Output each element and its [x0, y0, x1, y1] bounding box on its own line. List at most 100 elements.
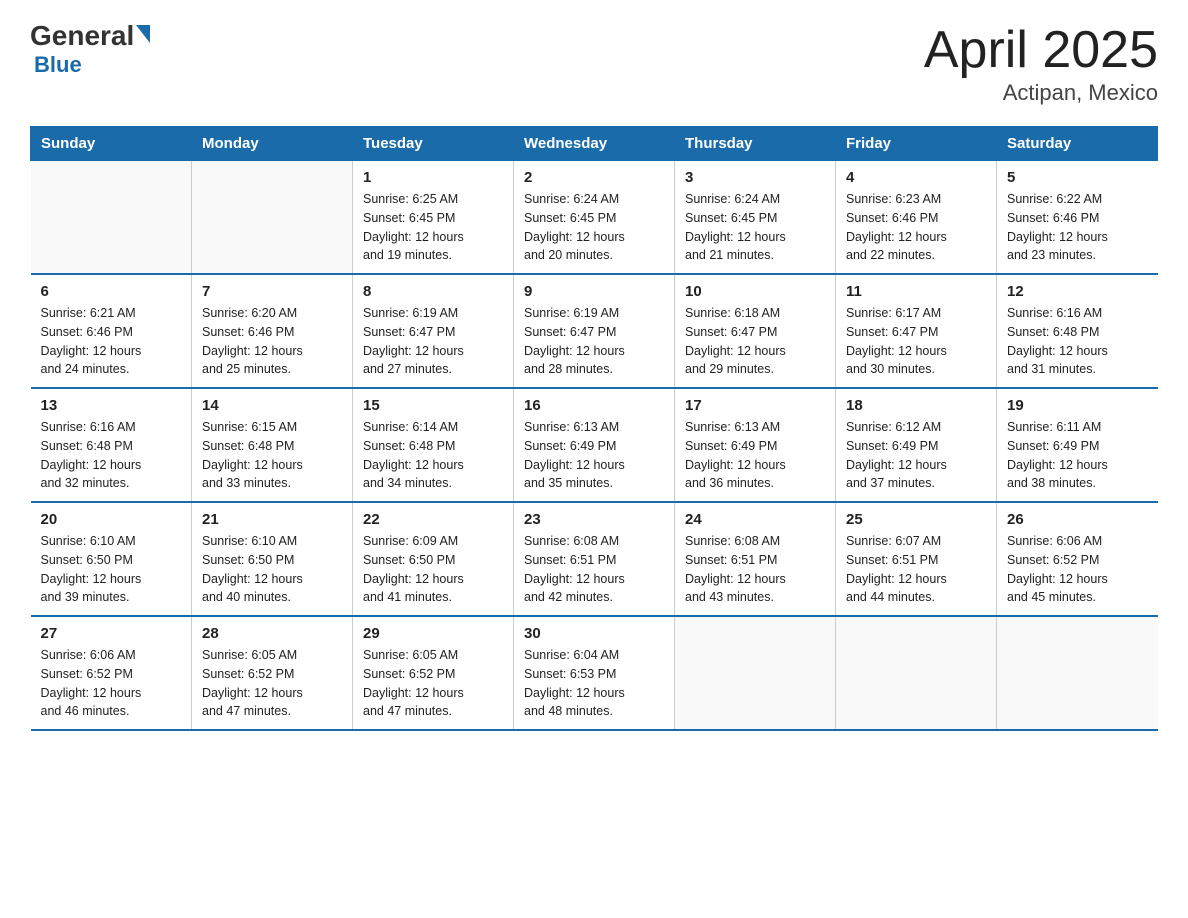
day-info: Sunrise: 6:05 AMSunset: 6:52 PMDaylight:… — [202, 646, 342, 721]
table-row: 21 Sunrise: 6:10 AMSunset: 6:50 PMDayligh… — [192, 502, 353, 616]
day-info: Sunrise: 6:14 AMSunset: 6:48 PMDaylight:… — [363, 418, 503, 493]
day-number: 4 — [846, 169, 986, 186]
day-info: Sunrise: 6:25 AMSunset: 6:45 PMDaylight:… — [363, 190, 503, 265]
table-row: 23 Sunrise: 6:08 AMSunset: 6:51 PMDayligh… — [514, 502, 675, 616]
day-number: 3 — [685, 169, 825, 186]
col-thursday: Thursday — [675, 127, 836, 161]
calendar-header: Sunday Monday Tuesday Wednesday Thursday… — [31, 127, 1158, 161]
day-info: Sunrise: 6:23 AMSunset: 6:46 PMDaylight:… — [846, 190, 986, 265]
day-info: Sunrise: 6:09 AMSunset: 6:50 PMDaylight:… — [363, 532, 503, 607]
day-number: 9 — [524, 283, 664, 300]
day-info: Sunrise: 6:16 AMSunset: 6:48 PMDaylight:… — [1007, 304, 1148, 379]
day-info: Sunrise: 6:05 AMSunset: 6:52 PMDaylight:… — [363, 646, 503, 721]
col-tuesday: Tuesday — [353, 127, 514, 161]
table-row: 9 Sunrise: 6:19 AMSunset: 6:47 PMDaylight… — [514, 274, 675, 388]
col-friday: Friday — [836, 127, 997, 161]
day-number: 5 — [1007, 169, 1148, 186]
weekday-header-row: Sunday Monday Tuesday Wednesday Thursday… — [31, 127, 1158, 161]
title-block: April 2025 Actipan, Mexico — [924, 20, 1158, 106]
table-row — [836, 616, 997, 730]
table-row: 8Sunrise: 6:19 AMSunset: 6:47 PMDaylight… — [353, 274, 514, 388]
day-number: 29 — [363, 625, 503, 642]
calendar-week-row: 1Sunrise: 6:25 AMSunset: 6:45 PMDaylight… — [31, 161, 1158, 275]
table-row: 26 Sunrise: 6:06 AMSunset: 6:52 PMDayligh… — [997, 502, 1158, 616]
logo: General Blue — [30, 20, 150, 78]
day-number: 26 — [1007, 511, 1148, 528]
logo-general-text: General — [30, 20, 134, 52]
day-number: 8 — [363, 283, 503, 300]
day-number: 10 — [685, 283, 825, 300]
page-header: General Blue April 2025 Actipan, Mexico — [30, 20, 1158, 106]
table-row: 11 Sunrise: 6:17 AMSunset: 6:47 PMDayligh… — [836, 274, 997, 388]
calendar-week-row: 6 Sunrise: 6:21 AMSunset: 6:46 PMDaylight… — [31, 274, 1158, 388]
day-number: 17 — [685, 397, 825, 414]
day-number: 2 — [524, 169, 664, 186]
table-row: 7Sunrise: 6:20 AMSunset: 6:46 PMDaylight… — [192, 274, 353, 388]
table-row: 13Sunrise: 6:16 AMSunset: 6:48 PMDayligh… — [31, 388, 192, 502]
day-number: 6 — [41, 283, 182, 300]
day-number: 11 — [846, 283, 986, 300]
table-row: 2Sunrise: 6:24 AMSunset: 6:45 PMDaylight… — [514, 161, 675, 275]
day-info: Sunrise: 6:19 AMSunset: 6:47 PMDaylight:… — [524, 304, 664, 379]
table-row: 30 Sunrise: 6:04 AMSunset: 6:53 PMDayligh… — [514, 616, 675, 730]
day-info: Sunrise: 6:10 AMSunset: 6:50 PMDaylight:… — [41, 532, 182, 607]
table-row: 24Sunrise: 6:08 AMSunset: 6:51 PMDayligh… — [675, 502, 836, 616]
day-info: Sunrise: 6:12 AMSunset: 6:49 PMDaylight:… — [846, 418, 986, 493]
logo-blue-text: Blue — [34, 52, 82, 78]
table-row: 17 Sunrise: 6:13 AMSunset: 6:49 PMDayligh… — [675, 388, 836, 502]
table-row: 5 Sunrise: 6:22 AMSunset: 6:46 PMDaylight… — [997, 161, 1158, 275]
calendar-week-row: 13Sunrise: 6:16 AMSunset: 6:48 PMDayligh… — [31, 388, 1158, 502]
day-info: Sunrise: 6:10 AMSunset: 6:50 PMDaylight:… — [202, 532, 342, 607]
calendar-week-row: 27 Sunrise: 6:06 AMSunset: 6:52 PMDayligh… — [31, 616, 1158, 730]
day-info: Sunrise: 6:13 AMSunset: 6:49 PMDaylight:… — [685, 418, 825, 493]
day-info: Sunrise: 6:24 AMSunset: 6:45 PMDaylight:… — [685, 190, 825, 265]
day-number: 18 — [846, 397, 986, 414]
calendar-week-row: 20Sunrise: 6:10 AMSunset: 6:50 PMDayligh… — [31, 502, 1158, 616]
day-info: Sunrise: 6:15 AMSunset: 6:48 PMDaylight:… — [202, 418, 342, 493]
table-row: 4 Sunrise: 6:23 AMSunset: 6:46 PMDaylight… — [836, 161, 997, 275]
calendar-title: April 2025 — [924, 20, 1158, 80]
table-row: 12 Sunrise: 6:16 AMSunset: 6:48 PMDayligh… — [997, 274, 1158, 388]
day-info: Sunrise: 6:06 AMSunset: 6:52 PMDaylight:… — [41, 646, 182, 721]
calendar-body: 1Sunrise: 6:25 AMSunset: 6:45 PMDaylight… — [31, 161, 1158, 731]
col-saturday: Saturday — [997, 127, 1158, 161]
day-info: Sunrise: 6:22 AMSunset: 6:46 PMDaylight:… — [1007, 190, 1148, 265]
table-row: 6 Sunrise: 6:21 AMSunset: 6:46 PMDaylight… — [31, 274, 192, 388]
day-info: Sunrise: 6:07 AMSunset: 6:51 PMDaylight:… — [846, 532, 986, 607]
table-row — [31, 161, 192, 275]
table-row — [192, 161, 353, 275]
table-row: 22Sunrise: 6:09 AMSunset: 6:50 PMDayligh… — [353, 502, 514, 616]
calendar-table: Sunday Monday Tuesday Wednesday Thursday… — [30, 126, 1158, 731]
calendar-subtitle: Actipan, Mexico — [924, 80, 1158, 106]
day-info: Sunrise: 6:04 AMSunset: 6:53 PMDaylight:… — [524, 646, 664, 721]
table-row: 14 Sunrise: 6:15 AMSunset: 6:48 PMDayligh… — [192, 388, 353, 502]
day-number: 12 — [1007, 283, 1148, 300]
day-info: Sunrise: 6:20 AMSunset: 6:46 PMDaylight:… — [202, 304, 342, 379]
day-number: 23 — [524, 511, 664, 528]
table-row: 3 Sunrise: 6:24 AMSunset: 6:45 PMDaylight… — [675, 161, 836, 275]
day-info: Sunrise: 6:18 AMSunset: 6:47 PMDaylight:… — [685, 304, 825, 379]
day-number: 21 — [202, 511, 342, 528]
day-number: 24 — [685, 511, 825, 528]
table-row: 29 Sunrise: 6:05 AMSunset: 6:52 PMDayligh… — [353, 616, 514, 730]
day-info: Sunrise: 6:08 AMSunset: 6:51 PMDaylight:… — [524, 532, 664, 607]
table-row: 28Sunrise: 6:05 AMSunset: 6:52 PMDayligh… — [192, 616, 353, 730]
day-number: 30 — [524, 625, 664, 642]
day-info: Sunrise: 6:17 AMSunset: 6:47 PMDaylight:… — [846, 304, 986, 379]
table-row: 18 Sunrise: 6:12 AMSunset: 6:49 PMDayligh… — [836, 388, 997, 502]
day-number: 15 — [363, 397, 503, 414]
day-info: Sunrise: 6:11 AMSunset: 6:49 PMDaylight:… — [1007, 418, 1148, 493]
day-number: 25 — [846, 511, 986, 528]
day-number: 27 — [41, 625, 182, 642]
table-row: 16 Sunrise: 6:13 AMSunset: 6:49 PMDayligh… — [514, 388, 675, 502]
day-number: 19 — [1007, 397, 1148, 414]
table-row: 20Sunrise: 6:10 AMSunset: 6:50 PMDayligh… — [31, 502, 192, 616]
table-row: 1Sunrise: 6:25 AMSunset: 6:45 PMDaylight… — [353, 161, 514, 275]
day-info: Sunrise: 6:21 AMSunset: 6:46 PMDaylight:… — [41, 304, 182, 379]
day-info: Sunrise: 6:13 AMSunset: 6:49 PMDaylight:… — [524, 418, 664, 493]
col-monday: Monday — [192, 127, 353, 161]
table-row: 15 Sunrise: 6:14 AMSunset: 6:48 PMDayligh… — [353, 388, 514, 502]
day-number: 16 — [524, 397, 664, 414]
day-number: 14 — [202, 397, 342, 414]
day-info: Sunrise: 6:06 AMSunset: 6:52 PMDaylight:… — [1007, 532, 1148, 607]
